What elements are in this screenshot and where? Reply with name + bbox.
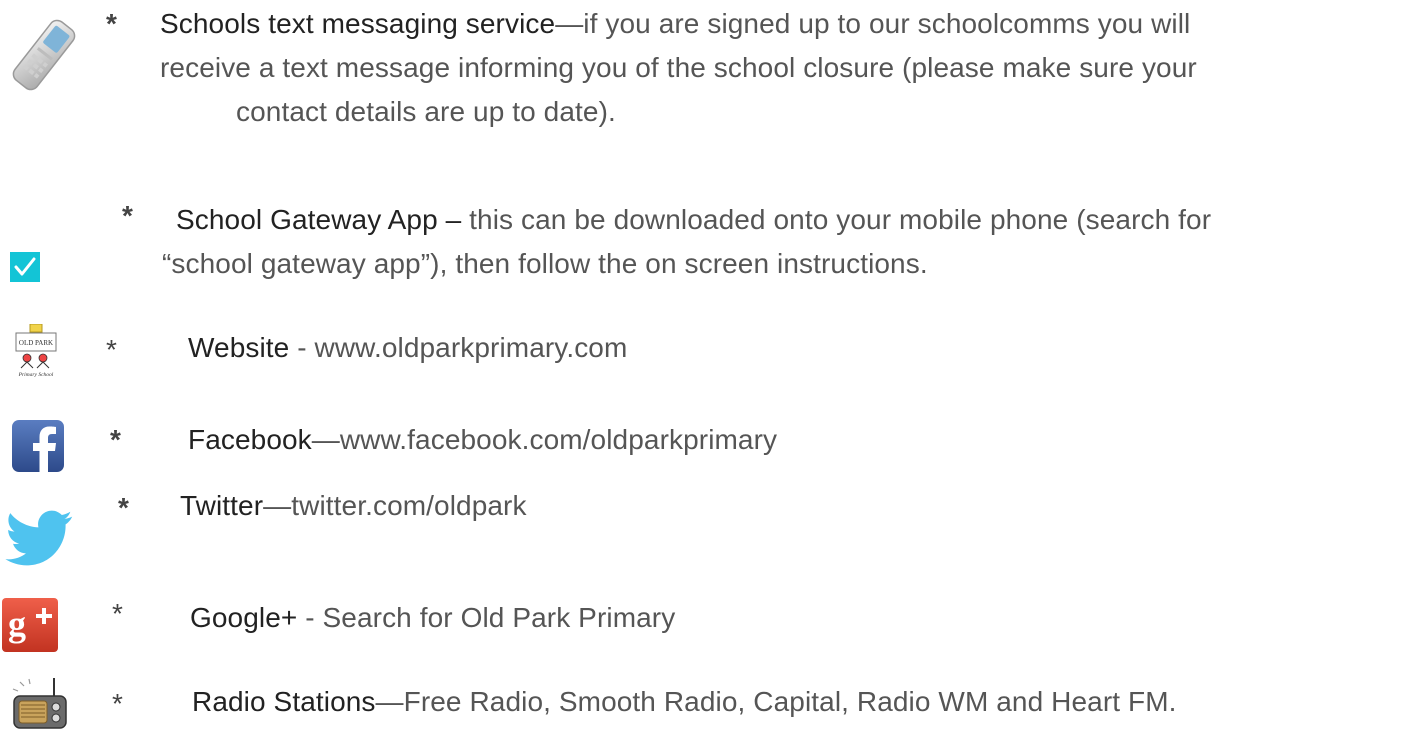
twitter-bird-icon [4, 508, 76, 577]
item-heading: School Gateway App – [176, 204, 462, 235]
list-item-facebook: * Facebook—www.facebook.com/oldparkprima… [0, 410, 1408, 472]
item-line-2: receive a text message informing you of … [160, 52, 1197, 83]
item-heading: Twitter [180, 490, 264, 521]
svg-text:g: g [8, 604, 26, 644]
bullet: * [106, 8, 117, 39]
svg-text:Primary School: Primary School [18, 372, 54, 378]
svg-text:OLD PARK: OLD PARK [19, 339, 53, 347]
list-item-website: OLD PARK Primary School * Website - www.… [0, 320, 1408, 380]
checkmark-icon [10, 252, 40, 287]
bullet: * [106, 334, 117, 365]
google-plus-icon: g [2, 598, 58, 657]
bullet: * [112, 598, 123, 629]
list-item-text-messaging: * Schools text messaging service—if you … [0, 0, 1408, 150]
bullet: * [122, 200, 133, 231]
item-heading: Schools text messaging service [160, 8, 556, 39]
list-item-school-gateway: * School Gateway App – this can be downl… [0, 190, 1408, 300]
list-item-google-plus: g * Google+ - Search for Old Park Primar… [0, 590, 1408, 660]
item-heading: Website [188, 332, 290, 363]
list-item-twitter: * Twitter—twitter.com/oldpark [0, 480, 1408, 580]
item-line-1: Google+ - Search for Old Park Primary [190, 602, 676, 633]
mobile-phone-icon [4, 12, 84, 103]
bullet: * [112, 688, 123, 719]
item-line-1: Radio Stations—Free Radio, Smooth Radio,… [192, 686, 1177, 717]
item-line-3: contact details are up to date). [236, 96, 616, 127]
item-line-1: School Gateway App – this can be downloa… [176, 204, 1212, 235]
bullet: * [118, 492, 129, 523]
item-heading: Radio Stations [192, 686, 376, 717]
school-logo-icon: OLD PARK Primary School [12, 323, 60, 383]
list-item-radio: * Radio Stations—Free Radio, Smooth Radi… [0, 670, 1408, 740]
item-line-1: Facebook—www.facebook.com/oldparkprimary [188, 424, 778, 455]
item-heading: Facebook [188, 424, 312, 455]
radio-icon [10, 674, 70, 739]
item-line-1: Website - www.oldparkprimary.com [188, 332, 628, 363]
item-heading: Google+ [190, 602, 298, 633]
item-line-2: “school gateway app”), then follow the o… [162, 248, 928, 279]
item-line-1: Twitter—twitter.com/oldpark [180, 490, 527, 521]
facebook-icon [12, 420, 64, 477]
item-line-1: Schools text messaging service—if you ar… [160, 8, 1191, 39]
bullet: * [110, 424, 121, 455]
